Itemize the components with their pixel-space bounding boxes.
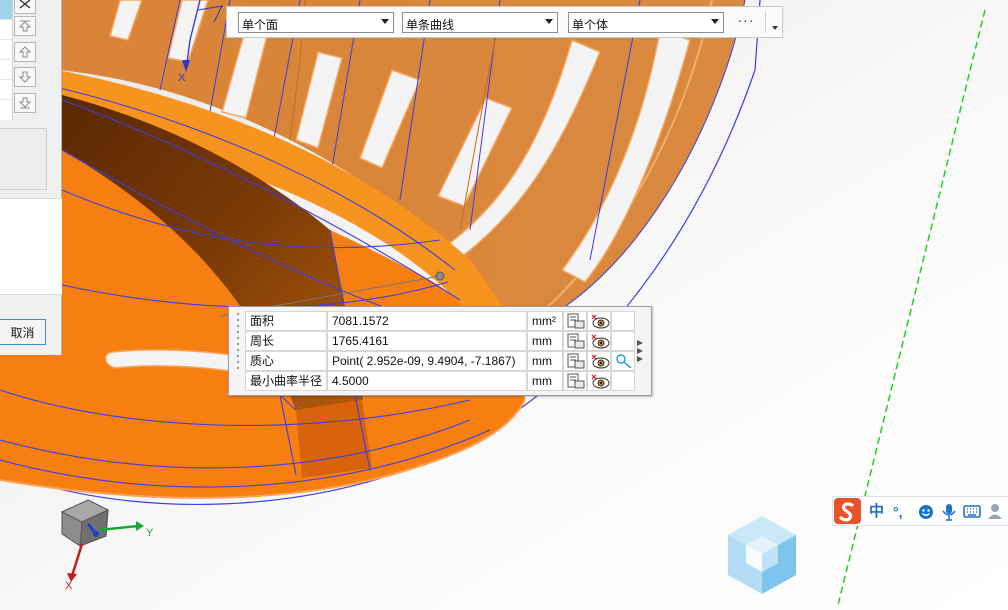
panel-grip[interactable] [234,313,242,389]
show-result-icon[interactable] [587,371,611,391]
measure-label: 最小曲率半径 [245,371,327,391]
close-icon [19,0,31,9]
body-rule-dropdown[interactable]: 单个体 [568,12,724,33]
face-rule-value: 单个面 [242,18,279,32]
x-axis-label: X [65,580,73,592]
empty-cell [611,311,635,331]
face-rule-dropdown[interactable]: 单个面 [238,12,394,33]
punctuation-toggle[interactable]: °, [893,502,903,522]
remove-button[interactable] [14,0,36,14]
arrow-down-icon [18,71,32,83]
chinese-mode-toggle[interactable]: 中 [869,502,884,522]
measure-row-area: 面积 7081.1572 mm² [245,311,635,331]
measure-label: 面积 [245,311,327,331]
export-icon[interactable] [563,311,587,331]
measure-results-panel: 面积 7081.1572 mm² 周长 1765.4161 mm 质心 Poin… [228,306,652,396]
measure-value: 7081.1572 [327,311,527,331]
measure-value: 4.5000 [327,371,527,391]
options-group [0,128,47,190]
curve-rule-value: 单条曲线 [406,18,455,32]
measure-row-perimeter: 周长 1765.4161 mm [245,331,635,351]
measure-unit: mm² [527,311,563,331]
empty-cell [611,371,635,391]
list-row[interactable] [0,40,12,60]
body-rule-value: 单个体 [572,18,609,32]
arrow-top-icon [18,20,32,32]
emoji-icon[interactable] [917,502,935,522]
measure-value: Point( 2.952e-09, 9.4904, -7.1867) [327,351,527,371]
csys-triad-graphic [60,499,144,582]
export-icon[interactable] [563,331,587,351]
measure-row-centroid: 质心 Point( 2.952e-09, 9.4904, -7.1867) mm [245,351,635,371]
keyboard-icon[interactable] [963,502,981,522]
cancel-button[interactable]: 取消 [0,319,46,345]
curve-rule-dropdown[interactable]: 单条曲线 [402,12,558,33]
ime-toolbar: 中 °, [832,496,1008,526]
create-point-icon[interactable] [611,351,635,371]
list-row[interactable] [0,20,12,40]
y-axis-label: Y [146,527,154,539]
toolbar-separator [765,11,766,33]
toolbar-options-dropdown[interactable] [772,26,778,30]
export-icon[interactable] [563,351,587,371]
chevron-down-icon [545,19,553,24]
measure-unit: mm [527,371,563,391]
list-row[interactable] [0,60,12,80]
csys-triad: Y X [52,494,162,594]
move-up-button[interactable] [14,42,36,62]
arrow-up-icon [18,46,32,58]
selection-filter-toolbar: 单个面 单条曲线 单个体 ··· [226,6,783,38]
cube-logo-icon [728,516,796,594]
app-watermark-logo [722,512,802,598]
user-account-icon[interactable] [987,502,1005,522]
expand-panel-arrows[interactable] [637,340,647,364]
sogou-logo-icon[interactable] [833,497,861,525]
chevron-down-icon [711,19,719,24]
microphone-icon[interactable] [941,502,957,522]
measure-value: 1765.4161 [327,331,527,351]
export-icon[interactable] [563,371,587,391]
empty-cell [611,331,635,351]
measure-unit: mm [527,351,563,371]
measure-row-min-radius: 最小曲率半径 4.5000 mm [245,371,635,391]
move-down-button[interactable] [14,67,36,87]
list-row[interactable] [0,80,12,100]
dialog-content-area [0,198,62,295]
dialog-panel: 取消 [0,0,62,355]
measure-unit: mm [527,331,563,351]
list-row[interactable] [0,0,12,20]
x-axis-label-top: X [178,72,186,84]
move-bottom-button[interactable] [14,93,36,113]
measure-label: 质心 [245,351,327,371]
show-result-icon[interactable] [587,331,611,351]
show-result-icon[interactable] [587,311,611,331]
selection-list[interactable] [0,0,13,120]
arrow-bottom-icon [18,97,32,109]
chevron-down-icon [381,19,389,24]
show-result-icon[interactable] [587,351,611,371]
more-options-button[interactable]: ··· [735,11,757,31]
move-top-button[interactable] [14,16,36,36]
measure-label: 周长 [245,331,327,351]
